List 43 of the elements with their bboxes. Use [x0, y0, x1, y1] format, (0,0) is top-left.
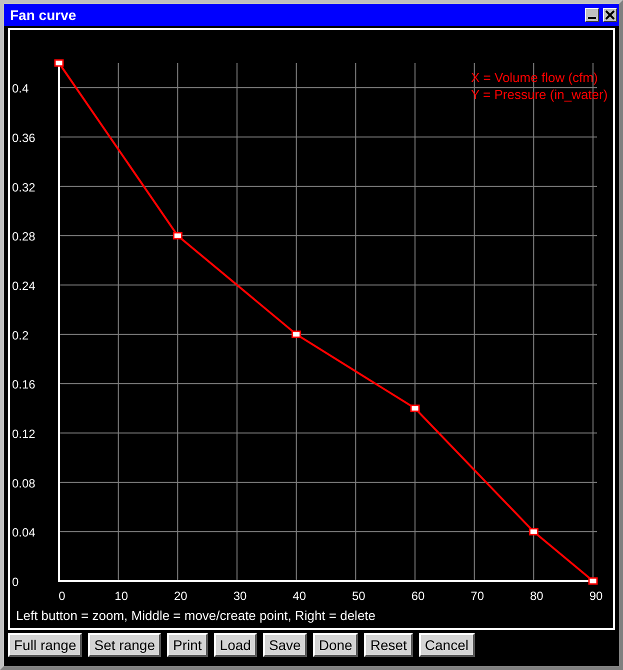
y-tick-label: 0.08	[12, 476, 36, 490]
y-tick-label: 0.36	[12, 131, 36, 145]
y-tick-label: 0	[12, 575, 19, 589]
toolbar-button[interactable]: Save	[262, 633, 307, 657]
y-tick-label: 0.12	[12, 427, 36, 441]
x-tick-label: 60	[411, 589, 425, 603]
help-text: Left button = zoom, Middle = move/create point, Right = delete	[15, 608, 377, 624]
minimize-icon	[588, 17, 596, 19]
toolbar-button[interactable]: Cancel	[418, 633, 474, 657]
legend-text: Y = Pressure (in_water)	[471, 87, 608, 102]
toolbar-button[interactable]: Reset	[364, 633, 413, 657]
y-tick-label: 0.16	[12, 378, 36, 392]
y-tick-label: 0.4	[12, 82, 29, 96]
toolbar-button[interactable]: Load	[214, 633, 257, 657]
close-button[interactable]	[603, 8, 617, 22]
y-tick-label: 0.28	[12, 230, 36, 244]
x-tick-label: 70	[470, 589, 484, 603]
y-tick-label: 0.04	[12, 526, 36, 540]
data-point[interactable]	[292, 330, 302, 338]
y-tick-label: 0.24	[12, 279, 36, 293]
minimize-button[interactable]	[585, 8, 599, 22]
x-tick-label: 90	[589, 589, 603, 603]
toolbar-button[interactable]: Set range	[88, 633, 161, 657]
x-tick-label: 40	[292, 589, 306, 603]
toolbar-button[interactable]: Done	[312, 633, 358, 657]
data-point[interactable]	[54, 59, 64, 67]
x-tick-label: 50	[352, 589, 366, 603]
x-tick-label: 10	[114, 589, 128, 603]
data-point[interactable]	[588, 577, 598, 585]
window-title: Fan curve	[10, 6, 76, 24]
legend-text: X = Volume flow (cfm)	[471, 70, 598, 85]
data-point[interactable]	[410, 404, 420, 412]
toolbar-button[interactable]: Print	[166, 633, 208, 657]
close-icon	[605, 10, 615, 20]
toolbar-button[interactable]: Full range	[8, 633, 82, 657]
y-tick-label: 0.2	[12, 328, 29, 342]
x-tick-label: 20	[174, 589, 188, 603]
y-tick-label: 0.32	[12, 180, 36, 194]
data-point[interactable]	[528, 528, 538, 536]
x-tick-label: 80	[530, 589, 544, 603]
data-point[interactable]	[172, 232, 182, 240]
x-tick-label: 30	[233, 589, 247, 603]
x-tick-label: 0	[58, 589, 66, 603]
